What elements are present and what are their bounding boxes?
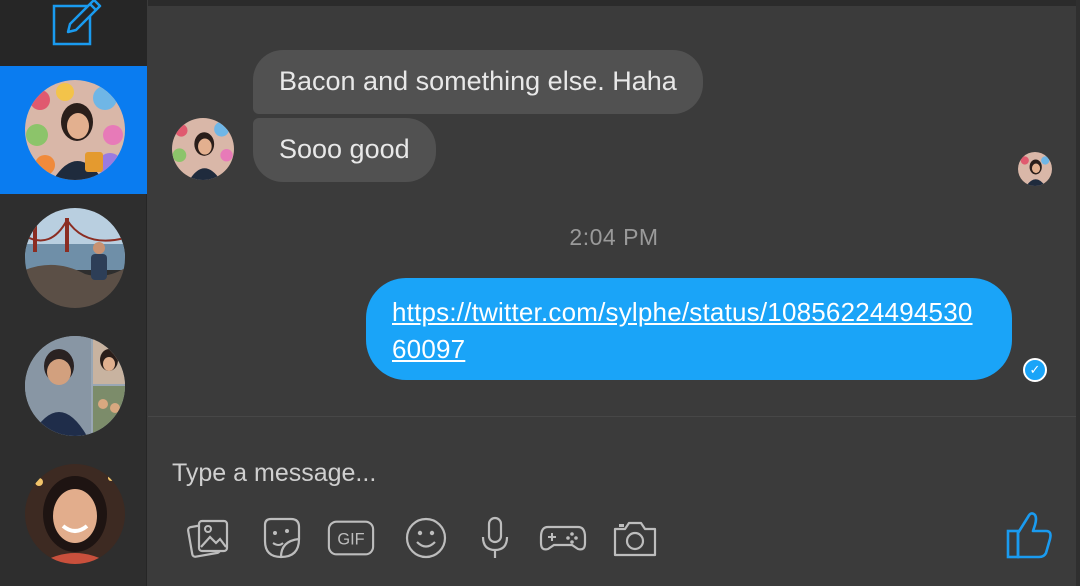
thumbs-up-icon <box>1006 512 1052 559</box>
conversation-item-3[interactable] <box>0 322 147 450</box>
send-image-button[interactable] <box>184 513 234 563</box>
compose-icon <box>52 0 102 46</box>
avatar <box>25 208 125 308</box>
compose-button[interactable] <box>50 0 104 50</box>
message-thread: Bacon and something else. Haha Sooo good… <box>148 0 1080 416</box>
gif-icon: GIF <box>327 520 375 556</box>
svg-text:GIF: GIF <box>337 531 364 549</box>
camera-button[interactable] <box>610 513 660 563</box>
send-gif-button[interactable]: GIF <box>326 513 376 563</box>
voice-clip-button[interactable] <box>470 513 520 563</box>
check-icon: ✓ <box>1023 358 1047 382</box>
game-controller-icon <box>539 525 587 551</box>
sender-avatar[interactable] <box>172 118 234 180</box>
avatar <box>25 464 125 564</box>
games-button[interactable] <box>538 513 588 563</box>
incoming-message-bubble[interactable]: Bacon and something else. Haha <box>253 50 703 114</box>
avatar <box>25 336 125 436</box>
camera-icon <box>613 521 657 557</box>
conversation-sidebar <box>0 0 147 586</box>
seen-by-avatar <box>1018 152 1052 186</box>
message-timestamp: 2:04 PM <box>569 224 659 250</box>
messenger-window: Bacon and something else. Haha Sooo good… <box>0 0 1080 586</box>
sticker-icon <box>263 517 301 559</box>
send-sticker-button[interactable] <box>255 513 305 563</box>
conversation-item-1[interactable] <box>0 66 147 194</box>
message-link[interactable]: https://twitter.com/sylphe/status/108562… <box>392 294 986 368</box>
message-input[interactable] <box>172 453 992 493</box>
window-edge <box>1076 0 1080 586</box>
avatar <box>25 80 125 180</box>
image-icon <box>186 519 229 558</box>
microphone-icon <box>481 516 509 558</box>
emoji-icon <box>405 517 447 559</box>
conversation-item-4[interactable] <box>0 450 147 578</box>
like-button[interactable] <box>1004 509 1056 561</box>
incoming-message-bubble[interactable]: Sooo good <box>253 118 436 182</box>
emoji-button[interactable] <box>401 513 451 563</box>
outgoing-message-bubble: https://twitter.com/sylphe/status/108562… <box>366 278 1012 380</box>
sidebar-header <box>0 0 147 66</box>
message-composer: GIF <box>148 416 1080 586</box>
conversation-item-2[interactable] <box>0 194 147 322</box>
